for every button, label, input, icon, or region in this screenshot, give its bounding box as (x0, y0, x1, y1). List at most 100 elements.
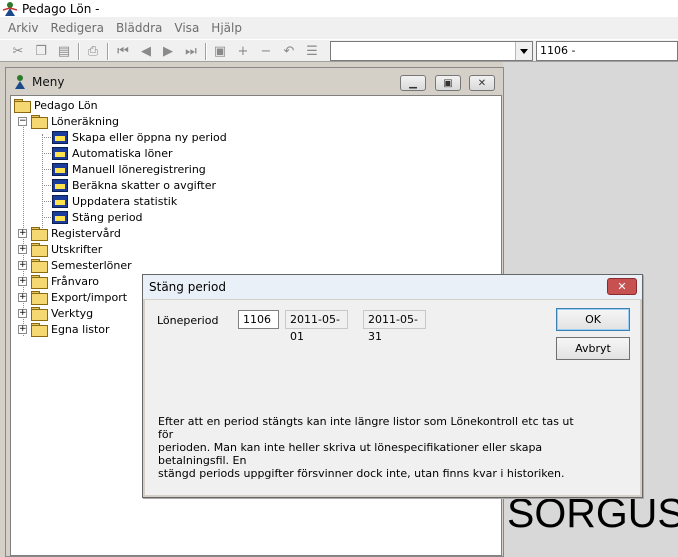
form-icon (52, 210, 68, 224)
menu-arkiv[interactable]: Arkiv (2, 19, 45, 37)
window-title: Pedago Lön - (22, 1, 100, 16)
tree-folder-registervard[interactable]: + Registervård (18, 225, 121, 241)
tree-folder-label: Löneräkning (51, 114, 120, 128)
chevron-down-icon[interactable] (515, 42, 532, 60)
app-icon (2, 1, 18, 17)
folder-icon (31, 290, 48, 305)
close-icon[interactable]: ✕ (607, 278, 637, 295)
tree-root[interactable]: Pedago Lön (14, 97, 98, 113)
info-text: Efter att en period stängts kan inte län… (158, 415, 588, 480)
folder-icon (31, 322, 48, 337)
list-icon[interactable]: ☰ (302, 42, 322, 60)
folder-open-icon (31, 114, 48, 129)
title-bar: Pedago Lön - (0, 0, 678, 17)
next-record-icon[interactable]: ▶ (158, 42, 178, 60)
tree-item-label: Beräkna skatter o avgifter (72, 178, 217, 192)
tree-folder-label: Utskrifter (51, 242, 103, 256)
folder-icon (31, 242, 48, 257)
period-label: Löneperiod (157, 314, 219, 327)
menu-redigera[interactable]: Redigera (45, 19, 110, 37)
tree-folder-label: Registervård (51, 226, 121, 240)
end-date-field: 2011-05-31 (363, 310, 426, 343)
tree-item-stang-period[interactable]: Stäng period (52, 209, 143, 225)
tree-folder-label: Verktyg (51, 306, 94, 320)
dialog-title-bar: Stäng period ✕ (143, 275, 642, 299)
tree-item-automatiska-loner[interactable]: Automatiska löner (52, 145, 173, 161)
folder-icon (14, 98, 31, 113)
tree-folder-label: Egna listor (51, 322, 110, 336)
menu-bar: Arkiv Redigera Bläddra Visa Hjälp (0, 17, 678, 39)
tree-folder-loneräkning[interactable]: − Löneräkning (18, 113, 119, 129)
tree-folder-export-import[interactable]: + Export/import (18, 289, 127, 305)
tree-item-uppdatera-statistik[interactable]: Uppdatera statistik (52, 193, 177, 209)
info-line: Efter att en period stängts kan inte län… (158, 415, 574, 441)
close-button[interactable]: ✕ (469, 75, 495, 91)
info-line: perioden. Man kan inte heller skriva ut … (158, 441, 543, 467)
record-combo[interactable] (330, 41, 533, 61)
form-icon (52, 178, 68, 192)
form-icon (52, 162, 68, 176)
expand-icon[interactable]: + (18, 308, 27, 318)
prev-record-icon[interactable]: ◀ (136, 42, 156, 60)
tree-folder-label: Frånvaro (51, 274, 100, 288)
maximize-button[interactable]: ▣ (435, 75, 461, 91)
meny-title: Meny (32, 75, 65, 89)
tree-item-label: Automatiska löner (72, 146, 173, 160)
dialog-title: Stäng period (149, 280, 226, 294)
first-record-icon[interactable]: ⏮ (113, 42, 133, 60)
copy-icon[interactable]: ❐ (31, 42, 51, 60)
menu-window-icon (12, 74, 28, 90)
tree-item-label: Manuell löneregistrering (72, 162, 206, 176)
menu-bladdra[interactable]: Bläddra (110, 19, 168, 37)
menu-hjalp[interactable]: Hjälp (205, 19, 248, 37)
cancel-button[interactable]: Avbryt (556, 337, 630, 360)
tree-item-label: Skapa eller öppna ny period (72, 130, 227, 144)
tree-item-label: Stäng period (72, 210, 143, 224)
add-icon[interactable]: + (233, 42, 253, 60)
minimize-button[interactable]: ▁ (400, 75, 426, 91)
tree-item-skapa-period[interactable]: Skapa eller öppna ny period (52, 129, 227, 145)
collapse-icon[interactable]: − (18, 116, 27, 126)
folder-icon (31, 306, 48, 321)
toolbar: ✂ ❐ ▤ ⎙ ⏮ ◀ ▶ ⏭ ▣ + − ↶ ☰ 1106 - (0, 39, 678, 62)
folder-icon (31, 274, 48, 289)
remove-icon[interactable]: − (256, 42, 276, 60)
undo-icon[interactable]: ↶ (279, 42, 299, 60)
tree-folder-franvaro[interactable]: + Frånvaro (18, 273, 99, 289)
form-icon (52, 146, 68, 160)
meny-title-bar: Meny ▁ ▣ ✕ (7, 69, 502, 95)
tree-folder-utskrifter[interactable]: + Utskrifter (18, 241, 102, 257)
expand-icon[interactable]: + (18, 260, 27, 270)
tree-item-berakna-skatter[interactable]: Beräkna skatter o avgifter (52, 177, 216, 193)
period-field[interactable]: 1106 (238, 310, 279, 329)
tree-item-label: Uppdatera statistik (72, 194, 178, 208)
last-record-icon[interactable]: ⏭ (181, 42, 201, 60)
tree-folder-verktyg[interactable]: + Verktyg (18, 305, 93, 321)
tree-folder-egna-listor[interactable]: + Egna listor (18, 321, 110, 337)
paste-icon[interactable]: ▤ (54, 42, 74, 60)
dialog-body: Löneperiod 1106 2011-05-01 2011-05-31 OK… (145, 300, 640, 495)
folder-icon (31, 258, 48, 273)
tree-folder-label: Semesterlöner (51, 258, 132, 272)
form-icon (52, 194, 68, 208)
save-icon[interactable]: ▣ (210, 42, 230, 60)
form-icon (52, 130, 68, 144)
expand-icon[interactable]: + (18, 228, 27, 238)
info-line: stängd periods uppgifter försvinner dock… (158, 467, 565, 480)
tree-folder-label: Export/import (51, 290, 128, 304)
print-icon[interactable]: ⎙ (83, 42, 103, 60)
stang-period-dialog: Stäng period ✕ Löneperiod 1106 2011-05-0… (142, 274, 643, 498)
ok-button[interactable]: OK (556, 308, 630, 331)
tree-root-label: Pedago Lön (34, 98, 98, 112)
folder-icon (31, 226, 48, 241)
expand-icon[interactable]: + (18, 292, 27, 302)
cut-icon[interactable]: ✂ (8, 42, 28, 60)
expand-icon[interactable]: + (18, 276, 27, 286)
expand-icon[interactable]: + (18, 324, 27, 334)
tree-item-manuell-loneregistrering[interactable]: Manuell löneregistrering (52, 161, 206, 177)
start-date-field: 2011-05-01 (285, 310, 348, 343)
period-field[interactable]: 1106 - (536, 41, 678, 61)
expand-icon[interactable]: + (18, 244, 27, 254)
tree-folder-semesterloner[interactable]: + Semesterlöner (18, 257, 132, 273)
menu-visa[interactable]: Visa (168, 19, 205, 37)
